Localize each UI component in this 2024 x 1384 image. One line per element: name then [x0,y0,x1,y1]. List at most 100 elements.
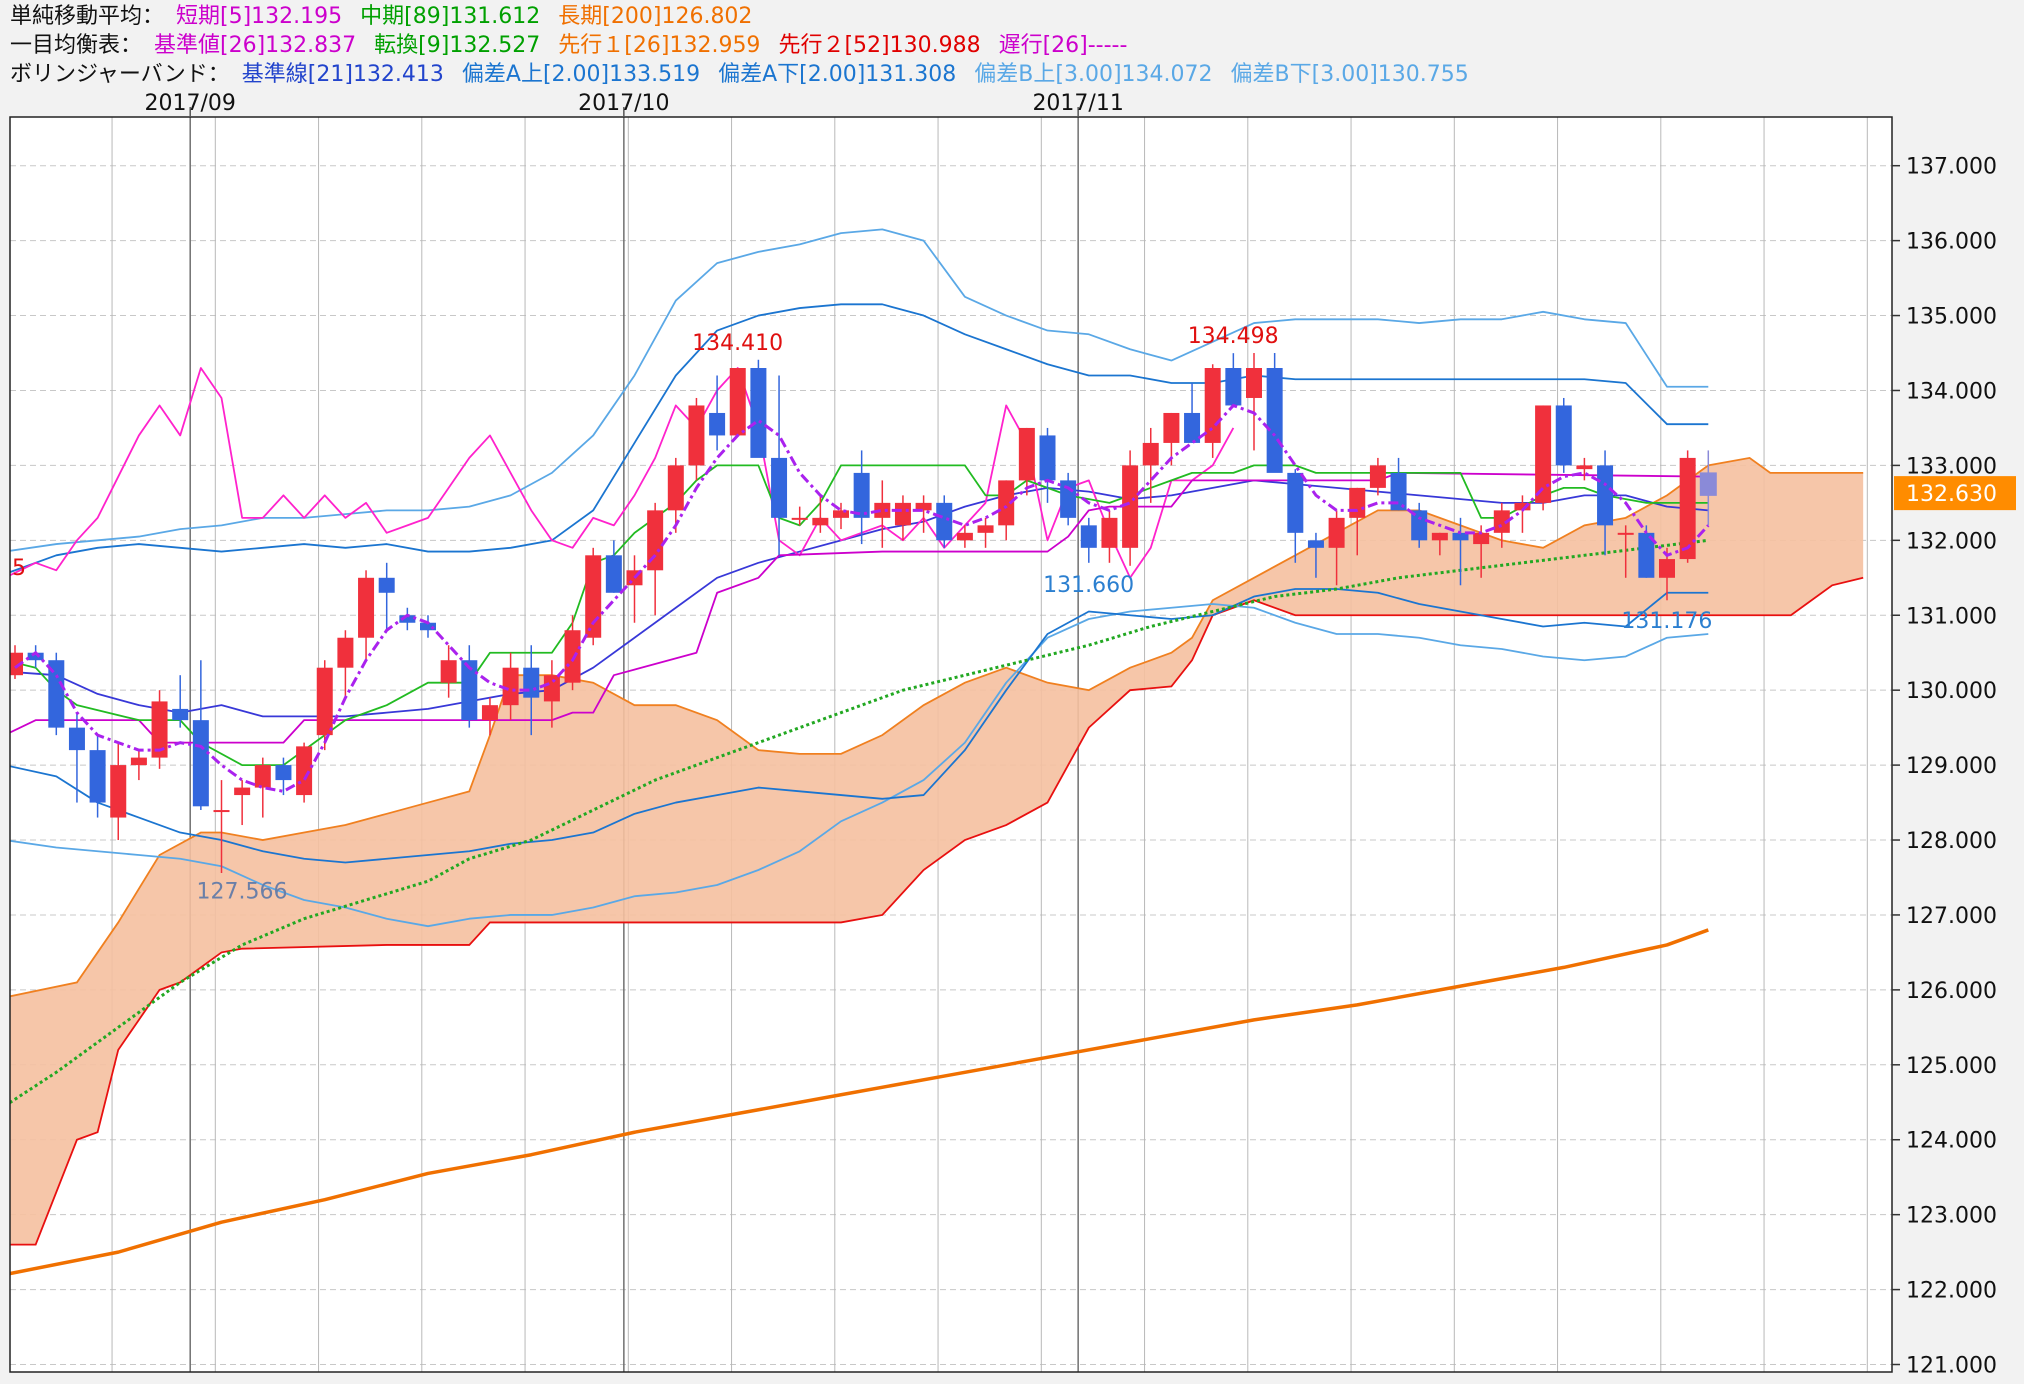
candle-body [1617,532,1634,535]
candle-body [543,675,560,702]
candle-body [502,667,519,706]
candle-body [1039,435,1056,481]
candle [1555,397,1572,473]
candle-body [1699,472,1717,496]
candle-body [213,810,230,813]
candle-body [1287,472,1304,533]
y-axis-label: 134.000 [1906,379,1997,404]
price-annotation: 134.410 [692,331,783,356]
candle-body [316,667,333,736]
y-axis-label: 127.000 [1906,904,1997,929]
candle-body [337,637,354,668]
candlestick-chart[interactable]: 127.566 134.410 131.660 134.498 131.176 5 2017… [0,0,2024,1384]
candle-body [130,757,147,766]
x-axis-label: 2017/09 [144,91,235,116]
price-annotation: 134.498 [1188,324,1279,349]
clipped-label: 5 [12,556,26,581]
candle-body [110,765,127,818]
candle-body [68,727,85,751]
candle [750,359,767,458]
candle-body [1266,368,1283,473]
y-axis-label: 125.000 [1906,1054,1997,1079]
candle-body [1369,465,1386,488]
candle-body [1018,427,1035,481]
candle-body [192,720,209,807]
candle-body [977,525,994,533]
candle-body [89,750,106,803]
candle-body [791,517,808,520]
candle [48,652,65,736]
candle-body [254,765,271,788]
candle-body [1184,412,1201,443]
y-axis-label: 135.000 [1906,305,1997,330]
candle-body [1163,412,1180,443]
candle-body [1576,465,1593,470]
y-axis-label: 126.000 [1906,979,1997,1004]
candle [936,495,953,548]
candle-body [234,787,251,796]
candle-body [1390,472,1407,511]
candle-body [771,457,788,518]
candle-body [667,465,684,511]
candle-body [440,660,457,683]
candle-body [1204,368,1221,443]
candle-body [1225,368,1242,406]
candle [585,547,602,646]
y-axis-label: 132.000 [1906,529,1997,554]
y-axis-label: 133.000 [1906,454,1997,479]
candle-body [585,555,602,638]
y-axis-label: 137.000 [1906,155,1997,180]
price-annotation: 131.176 [1621,609,1712,634]
x-axis-label: 2017/10 [578,91,669,116]
candle [1060,472,1077,526]
y-axis-label: 131.000 [1906,604,1997,629]
candle-body [1555,405,1572,466]
candle-body [358,577,375,638]
candle-body [1328,517,1345,548]
y-axis-label: 121.000 [1906,1354,1997,1379]
candle-body [605,555,622,593]
y-axis-label: 128.000 [1906,829,1997,854]
candle-body [1142,442,1159,466]
candle-body [1535,405,1552,503]
candle-body [523,667,540,698]
candle-body [812,517,829,526]
candle-body [688,405,705,466]
candle-body [709,412,726,436]
candle-body [1060,480,1077,518]
candle-body [833,510,849,518]
candle [1266,353,1283,473]
y-axis-label: 129.000 [1906,754,1997,779]
price-annotation: 131.660 [1043,573,1134,598]
candle-body [1080,525,1097,548]
x-axis-label: 2017/11 [1032,91,1123,116]
candle-body [750,368,767,458]
candle-body [1679,457,1696,560]
current-price-label: 132.630 [1906,482,1997,507]
candle-body [1122,465,1139,548]
candle-body [275,765,292,781]
candle-body [172,708,189,721]
y-axis-label: 122.000 [1906,1279,1997,1304]
candle-body [378,577,395,593]
y-axis-label: 130.000 [1906,679,1997,704]
candle-body [853,472,870,518]
candle-body [564,630,581,683]
y-axis-label: 124.000 [1906,1129,1997,1154]
candle-body [1246,368,1262,398]
candle-body [1101,517,1118,548]
price-annotation: 127.566 [197,880,288,905]
candle-body [1473,532,1490,545]
y-axis-label: 123.000 [1906,1204,1997,1229]
y-axis-label: 136.000 [1906,230,1997,255]
candle-body [1659,559,1675,578]
candle [729,368,746,436]
candle-body [894,502,911,526]
candle-body [1431,532,1448,541]
candle-body [1349,487,1366,518]
candle-body [936,502,953,541]
candle-body [956,532,973,541]
candle-body [1307,540,1324,548]
candle-body [481,705,498,721]
candle-body [729,368,746,436]
